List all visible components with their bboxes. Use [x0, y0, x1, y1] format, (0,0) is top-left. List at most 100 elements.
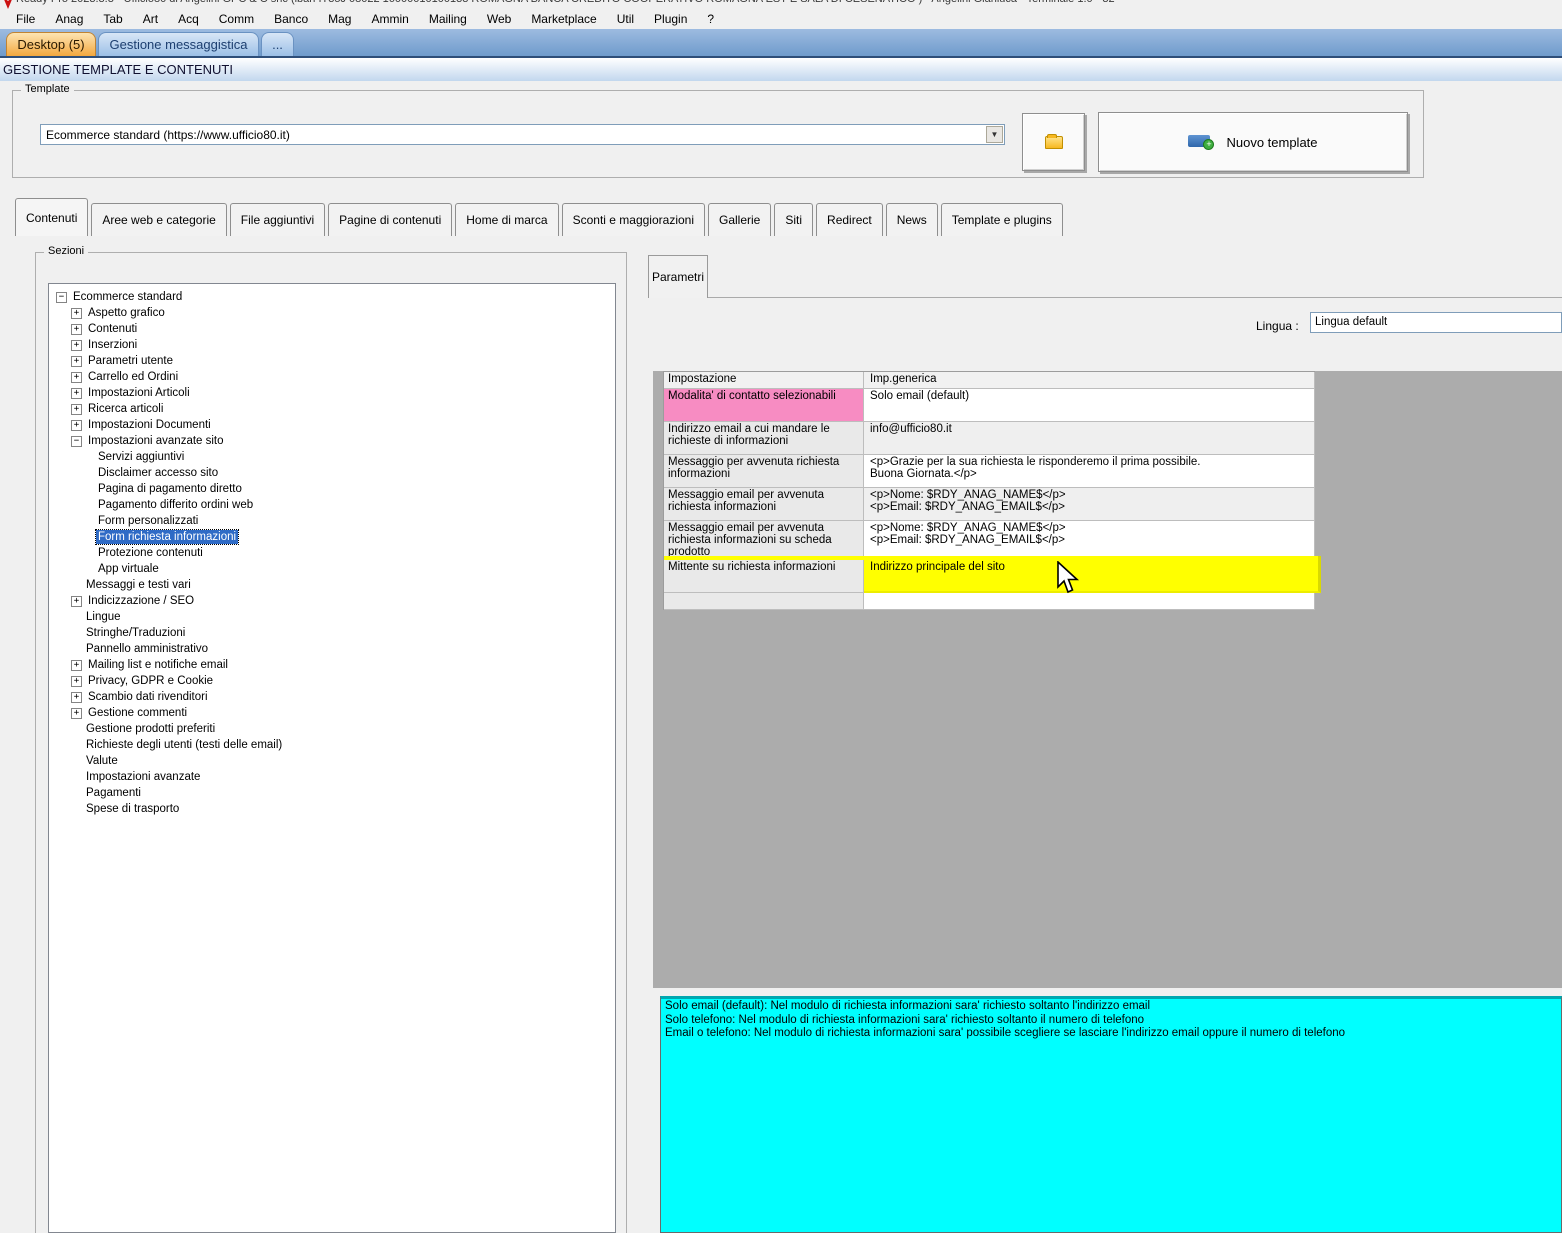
workspace-tab-desktop-5[interactable]: Desktop (5): [6, 32, 96, 56]
tree-item-app-virtuale[interactable]: App virtuale: [49, 561, 615, 577]
content-tab-gallerie[interactable]: Gallerie: [708, 203, 772, 236]
content-tab-news[interactable]: News: [885, 203, 938, 236]
setting-value-cell[interactable]: <p>Nome: $RDY_ANAG_NAME$</p> <p>Email: $…: [864, 521, 1315, 560]
table-row[interactable]: [664, 593, 1315, 610]
tree-item-form-personalizzati[interactable]: Form personalizzati: [49, 513, 615, 529]
table-row[interactable]: Mittente su richiesta informazioni Indiri…: [664, 556, 1321, 593]
expand-icon[interactable]: +: [71, 355, 82, 367]
setting-value-cell[interactable]: <p>Grazie per la sua richiesta le rispon…: [864, 455, 1315, 488]
table-row[interactable]: Modalita' di contatto selezionabili Solo …: [664, 389, 1315, 422]
setting-name-cell[interactable]: Messaggio per avvenuta richiesta informa…: [664, 455, 864, 488]
tree-item-richieste-degli-utenti-testi-delle-email[interactable]: Richieste degli utenti (testi delle emai…: [49, 737, 615, 753]
menu-item-web[interactable]: Web: [477, 10, 521, 28]
expand-icon[interactable]: +: [71, 595, 82, 607]
setting-name-cell[interactable]: Messaggio email per avvenuta richiesta i…: [664, 488, 864, 521]
tree-item-parametri-utente[interactable]: + Parametri utente: [49, 353, 615, 369]
tree-item-servizi-aggiuntivi[interactable]: Servizi aggiuntivi: [49, 449, 615, 465]
collapse-icon[interactable]: −: [71, 435, 82, 447]
menu-item-anag[interactable]: Anag: [45, 10, 93, 28]
template-combobox[interactable]: Ecommerce standard (https://www.ufficio8…: [40, 124, 1005, 145]
expand-icon[interactable]: +: [71, 339, 82, 351]
content-tab-siti[interactable]: Siti: [774, 203, 814, 236]
tree-item-mailing-list-e-notifiche-email[interactable]: + Mailing list e notifiche email: [49, 657, 615, 673]
expand-icon[interactable]: +: [71, 675, 82, 687]
expand-icon[interactable]: +: [71, 371, 82, 383]
new-template-button[interactable]: + Nuovo template: [1098, 112, 1408, 172]
tree-item-pannello-amministrativo[interactable]: Pannello amministrativo: [49, 641, 615, 657]
open-template-button[interactable]: [1022, 113, 1085, 171]
content-tab-file-aggiuntivi[interactable]: File aggiuntivi: [229, 203, 326, 236]
lingua-input[interactable]: Lingua default: [1310, 312, 1562, 333]
tree-item-form-richiesta-informazioni[interactable]: Form richiesta informazioni: [49, 529, 615, 545]
expand-icon[interactable]: +: [71, 323, 82, 335]
collapse-icon[interactable]: −: [56, 291, 67, 303]
content-tab-template-e-plugins[interactable]: Template e plugins: [940, 203, 1063, 236]
setting-name-cell[interactable]: Modalita' di contatto selezionabili: [664, 389, 864, 422]
table-row[interactable]: Messaggio email per avvenuta richiesta i…: [664, 488, 1315, 521]
content-tab-home-di-marca[interactable]: Home di marca: [455, 203, 559, 236]
tree-item-stringhe-traduzioni[interactable]: Stringhe/Traduzioni: [49, 625, 615, 641]
tree-item-impostazioni-avanzate-sito[interactable]: − Impostazioni avanzate sito: [49, 433, 615, 449]
tree-item-indicizzazione-seo[interactable]: + Indicizzazione / SEO: [49, 593, 615, 609]
menu-item-file[interactable]: File: [6, 10, 45, 28]
menu-item-banco[interactable]: Banco: [264, 10, 318, 28]
tree-item-messaggi-e-testi-vari[interactable]: Messaggi e testi vari: [49, 577, 615, 593]
tree-item-contenuti[interactable]: + Contenuti: [49, 321, 615, 337]
table-row[interactable]: Messaggio email per avvenuta richiesta i…: [664, 521, 1315, 560]
tree-item-impostazioni-documenti[interactable]: + Impostazioni Documenti: [49, 417, 615, 433]
menu-item-ammin[interactable]: Ammin: [361, 10, 418, 28]
table-row[interactable]: Indirizzo email a cui mandare le richies…: [664, 422, 1315, 455]
content-tab-aree-web-e-categorie[interactable]: Aree web e categorie: [91, 203, 227, 236]
content-tab-contenuti[interactable]: Contenuti: [15, 198, 89, 236]
tree-item-lingue[interactable]: Lingue: [49, 609, 615, 625]
content-tab-redirect[interactable]: Redirect: [816, 203, 883, 236]
tree-item-pagina-di-pagamento-diretto[interactable]: Pagina di pagamento diretto: [49, 481, 615, 497]
setting-name-cell[interactable]: Mittente su richiesta informazioni: [664, 560, 864, 593]
setting-value-cell[interactable]: Solo email (default): [864, 389, 1315, 422]
table-row[interactable]: Messaggio per avvenuta richiesta informa…: [664, 455, 1315, 488]
expand-icon[interactable]: +: [71, 419, 82, 431]
expand-icon[interactable]: +: [71, 691, 82, 703]
tree-item-ricerca-articoli[interactable]: + Ricerca articoli: [49, 401, 615, 417]
tree-item-gestione-commenti[interactable]: + Gestione commenti: [49, 705, 615, 721]
sections-tree[interactable]: − Ecommerce standard + Aspetto grafico + Cont…: [48, 283, 616, 1233]
menu-item-mag[interactable]: Mag: [318, 10, 361, 28]
expand-icon[interactable]: +: [71, 307, 82, 319]
tree-item-pagamenti[interactable]: Pagamenti: [49, 785, 615, 801]
tree-item-disclaimer-accesso-sito[interactable]: Disclaimer accesso sito: [49, 465, 615, 481]
menu-item-util[interactable]: Util: [607, 10, 644, 28]
tree-item-gestione-prodotti-preferiti[interactable]: Gestione prodotti preferiti: [49, 721, 615, 737]
setting-value-cell[interactable]: [864, 593, 1315, 610]
menu-item-comm[interactable]: Comm: [209, 10, 264, 28]
tab-parametri[interactable]: Parametri: [648, 255, 708, 298]
expand-icon[interactable]: +: [71, 403, 82, 415]
tree-item-impostazioni-articoli[interactable]: + Impostazioni Articoli: [49, 385, 615, 401]
expand-icon[interactable]: +: [71, 659, 82, 671]
tree-item-pagamento-differito-ordini-web[interactable]: Pagamento differito ordini web: [49, 497, 615, 513]
tree-item-protezione-contenuti[interactable]: Protezione contenuti: [49, 545, 615, 561]
tree-item-impostazioni-avanzate[interactable]: Impostazioni avanzate: [49, 769, 615, 785]
menu-item-mailing[interactable]: Mailing: [419, 10, 477, 28]
workspace-tab-[interactable]: ...: [261, 32, 294, 56]
content-tab-sconti-e-maggiorazioni[interactable]: Sconti e maggiorazioni: [561, 203, 705, 236]
column-header-impostazione[interactable]: Impostazione: [664, 372, 864, 389]
menu-item-marketplace[interactable]: Marketplace: [521, 10, 606, 28]
setting-value-cell[interactable]: info@ufficio80.it: [864, 422, 1315, 455]
tree-item-spese-di-trasporto[interactable]: Spese di trasporto: [49, 801, 615, 817]
menu-item-acq[interactable]: Acq: [168, 10, 209, 28]
menu-item-plugin[interactable]: Plugin: [644, 10, 697, 28]
workspace-tab-gestione-messaggistica[interactable]: Gestione messaggistica: [98, 32, 259, 56]
parameters-table[interactable]: Impostazione Imp.generica Modalita' di c…: [663, 371, 1321, 610]
tree-item-aspetto-grafico[interactable]: + Aspetto grafico: [49, 305, 615, 321]
tree-item-ecommerce-standard[interactable]: − Ecommerce standard: [49, 289, 615, 305]
tree-item-valute[interactable]: Valute: [49, 753, 615, 769]
tree-item-scambio-dati-rivenditori[interactable]: + Scambio dati rivenditori: [49, 689, 615, 705]
menu-item-[interactable]: ?: [697, 10, 724, 28]
setting-name-cell[interactable]: Messaggio email per avvenuta richiesta i…: [664, 521, 864, 560]
content-tab-pagine-di-contenuti[interactable]: Pagine di contenuti: [328, 203, 453, 236]
tree-item-carrello-ed-ordini[interactable]: + Carrello ed Ordini: [49, 369, 615, 385]
expand-icon[interactable]: +: [71, 707, 82, 719]
chevron-down-icon[interactable]: ▼: [986, 126, 1003, 143]
menu-item-tab[interactable]: Tab: [93, 10, 132, 28]
menu-item-art[interactable]: Art: [133, 10, 168, 28]
